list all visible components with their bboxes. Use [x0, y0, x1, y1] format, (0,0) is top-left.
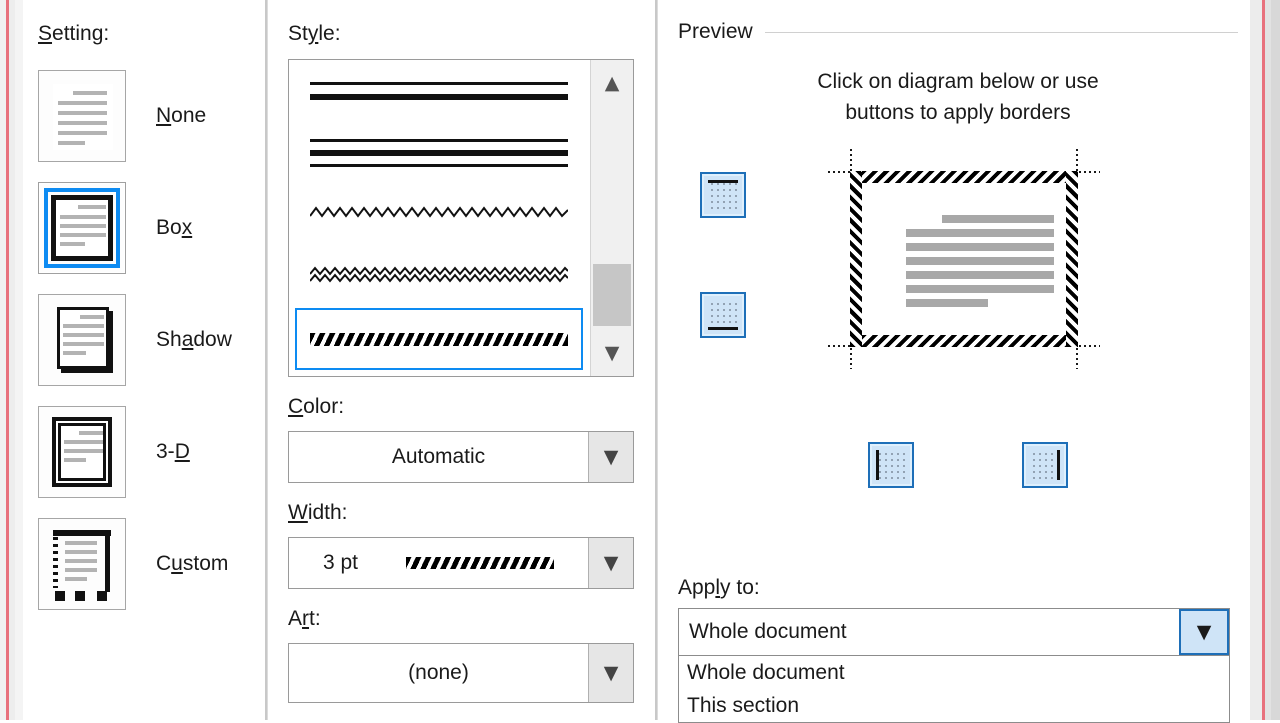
preview-border-left[interactable] [850, 171, 862, 347]
setting-item-none[interactable]: None [30, 60, 260, 172]
art-value: (none) [408, 661, 469, 684]
border-preview-diagram[interactable] [828, 149, 1100, 369]
border-none-icon [38, 70, 126, 162]
edge-left [876, 450, 879, 480]
preview-document-text [906, 215, 1054, 313]
style-label: Style: [288, 22, 341, 45]
setting-item-box[interactable]: Box [30, 172, 260, 284]
art-label: Art: [288, 607, 321, 630]
dot-grid [708, 300, 738, 330]
style-list-scrollbar[interactable]: ▲ ▼ [590, 60, 633, 376]
apply-to-option-whole-document[interactable]: Whole document [679, 656, 1229, 689]
apply-to-option-this-section[interactable]: This section [679, 689, 1229, 722]
scrollbar-thumb[interactable] [593, 264, 631, 326]
bottom-border-button[interactable] [700, 292, 746, 338]
style-swatch-wavy-single [309, 205, 569, 226]
left-border-button[interactable] [868, 442, 914, 488]
setting-item-label-3d: 3-D [156, 440, 190, 463]
chevron-down-icon[interactable]: ▼ [1179, 609, 1229, 655]
style-swatch-triple-line [310, 139, 568, 167]
right-border-button[interactable] [1022, 442, 1068, 488]
style-item-double-thin-thick[interactable] [295, 60, 583, 122]
setting-item-shadow[interactable]: Shadow [30, 284, 260, 396]
preview-divider [764, 31, 1238, 33]
width-value-row: 3 pt [289, 538, 588, 588]
dot-grid [708, 180, 738, 210]
border-3d-icon [38, 406, 126, 498]
setting-label: Setting: [38, 22, 110, 45]
border-custom-icon [38, 518, 126, 610]
setting-group: Setting: None Box Shadow 3-D Custom [30, 22, 260, 620]
preview-hint: Click on diagram below or use buttons to… [678, 66, 1238, 128]
left-border-icon [876, 450, 906, 480]
scroll-up-button[interactable]: ▲ [591, 60, 633, 106]
style-swatch-diagonal-hatch [310, 332, 568, 346]
chevron-down-icon[interactable]: ▼ [588, 432, 633, 482]
width-combobox[interactable]: 3 pt ▼ [288, 537, 634, 589]
preview-page [850, 171, 1078, 347]
apply-to-combobox[interactable]: Whole document ▼ [678, 608, 1230, 656]
style-listbox[interactable]: ▲ ▼ [288, 59, 634, 377]
color-combobox[interactable]: Automatic ▼ [288, 431, 634, 483]
double-wavy-line-icon [309, 265, 569, 283]
setting-item-3d[interactable]: 3-D [30, 396, 260, 508]
style-item-diagonal-hatch[interactable] [295, 308, 583, 370]
apply-to-value: Whole document [689, 620, 847, 643]
color-value: Automatic [391, 445, 486, 468]
border-box-icon [38, 182, 126, 274]
wavy-line-icon [309, 205, 569, 218]
window-edge-shade-left-3 [15, 0, 23, 720]
preview-header: Preview [678, 20, 1238, 44]
edge-right [1057, 450, 1060, 480]
apply-to-dropdown-list[interactable]: Whole document This section [678, 656, 1230, 723]
preview-border-top[interactable] [850, 171, 1078, 183]
style-swatch-wavy-double [309, 265, 569, 289]
preview-group: Preview Click on diagram below or use bu… [678, 20, 1238, 488]
art-combobox[interactable]: (none) ▼ [288, 643, 634, 703]
top-border-icon [708, 180, 738, 210]
window-edge-shade-right-3 [1271, 0, 1280, 720]
dot-grid [876, 450, 906, 480]
column-separator-setting-style [265, 0, 268, 720]
preview-hint-line2: buttons to apply borders [845, 101, 1071, 124]
style-item-wavy-double[interactable] [295, 246, 583, 308]
setting-option-list: None Box Shadow 3-D Custom [30, 60, 260, 620]
red-guide-line-left [6, 0, 9, 720]
width-preview-swatch [406, 557, 555, 569]
preview-border-bottom[interactable] [850, 335, 1078, 347]
style-item-triple-line[interactable] [295, 122, 583, 184]
style-item-wavy-single[interactable] [295, 184, 583, 246]
preview-label: Preview [678, 20, 753, 43]
apply-to-label: Apply to: [678, 576, 760, 599]
style-item-container [289, 60, 589, 376]
edge-top [708, 180, 738, 183]
style-group: Style: ▲ ▼ Color: Automatic ▼ Width: 3 p… [288, 22, 638, 703]
window-edge-shade-right-1 [1250, 0, 1262, 720]
chevron-down-icon[interactable]: ▼ [588, 538, 633, 588]
width-label: Width: [288, 501, 348, 524]
color-label: Color: [288, 395, 345, 418]
preview-border-right[interactable] [1066, 171, 1078, 347]
setting-item-custom[interactable]: Custom [30, 508, 260, 620]
setting-item-label-custom: Custom [156, 552, 229, 575]
column-separator-style-preview [655, 0, 658, 720]
edge-bottom [708, 327, 738, 330]
border-shadow-icon [38, 294, 126, 386]
preview-stage [678, 144, 1238, 488]
chevron-down-icon[interactable]: ▼ [588, 644, 633, 702]
preview-hint-line1: Click on diagram below or use [817, 70, 1099, 93]
setting-item-label-box: Box [156, 216, 193, 239]
style-swatch-double-thin-thick [310, 82, 568, 100]
scroll-down-button[interactable]: ▼ [591, 330, 633, 376]
width-value: 3 pt [322, 551, 359, 574]
apply-to-group: Apply to: Whole document ▼ Whole documen… [678, 576, 1238, 723]
right-border-icon [1030, 450, 1060, 480]
dot-grid [1030, 450, 1060, 480]
setting-item-label-shadow: Shadow [156, 328, 232, 351]
bottom-border-icon [708, 300, 738, 330]
setting-item-label-none: None [156, 104, 207, 127]
top-border-button[interactable] [700, 172, 746, 218]
